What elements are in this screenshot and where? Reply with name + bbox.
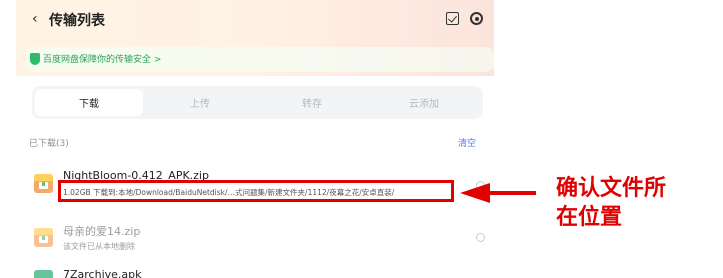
tab-save[interactable]: 转存: [258, 89, 366, 116]
page-title: 传输列表: [49, 13, 105, 29]
zip-file-icon: [34, 174, 53, 193]
clear-button[interactable]: 清空: [458, 136, 476, 149]
tab-cloud-add[interactable]: 云添加: [370, 89, 478, 116]
transfer-list-panel: ‹ 传输列表 百度网盘保障你的传输安全 > 下载 上传 转存 云添加 已下载(3…: [16, 0, 494, 278]
back-icon[interactable]: ‹: [32, 11, 38, 27]
annotation-line-1: 确认文件所: [556, 175, 667, 201]
settings-icon[interactable]: [470, 12, 483, 25]
annotation-line-2: 在位置: [556, 204, 623, 230]
annotation-text: 确认文件所 在位置: [556, 174, 666, 232]
highlight-box: [58, 180, 454, 202]
checkbox-select-icon[interactable]: [446, 12, 459, 25]
zip-file-icon: [34, 228, 53, 247]
file-status: 该文件已从本地删除: [63, 242, 135, 251]
arrow-head: [460, 183, 490, 203]
header-bar: ‹ 传输列表 百度网盘保障你的传输安全 >: [16, 0, 494, 76]
shield-icon: [30, 53, 40, 65]
transfer-tabs: 下载 上传 转存 云添加: [32, 86, 483, 119]
file-name[interactable]: 母亲的爱14.zip: [63, 223, 140, 239]
select-radio[interactable]: [476, 233, 485, 242]
tab-upload[interactable]: 上传: [146, 89, 254, 116]
arrow-line: [488, 191, 536, 195]
security-banner-text: 百度网盘保障你的传输安全 >: [43, 55, 162, 65]
tab-download[interactable]: 下载: [35, 89, 143, 116]
downloaded-count-label: 已下载(3): [29, 139, 69, 149]
file-name[interactable]: 7Zarchive.apk: [63, 268, 142, 278]
apk-file-icon: [34, 270, 53, 278]
security-banner[interactable]: 百度网盘保障你的传输安全 >: [26, 47, 494, 72]
